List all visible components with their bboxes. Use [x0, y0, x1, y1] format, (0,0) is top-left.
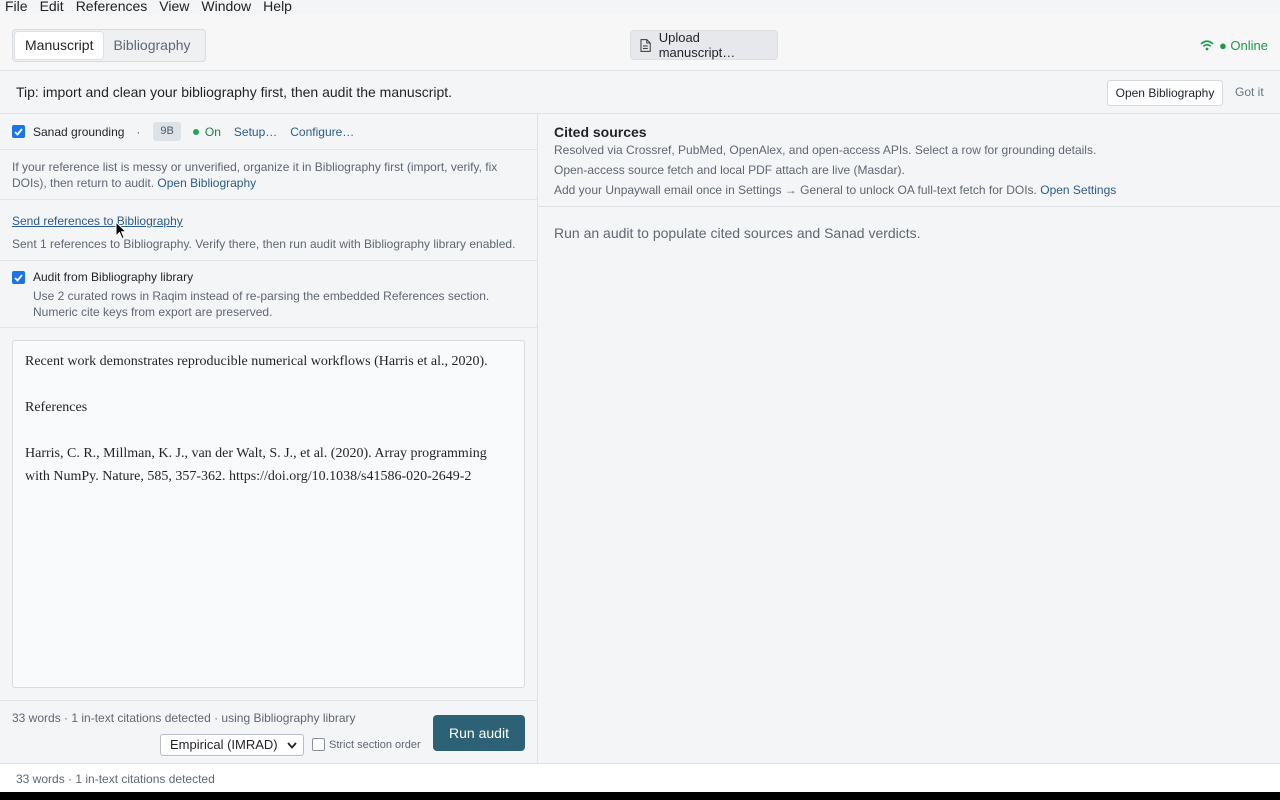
strict-section-order-checkbox[interactable]	[312, 738, 325, 751]
open-settings-link[interactable]: Open Settings	[1040, 183, 1116, 197]
reference-entry: Harris, C. R., Millman, K. J., van der W…	[25, 446, 487, 484]
manuscript-editor[interactable]: Recent work demonstrates reproducible nu…	[12, 340, 525, 688]
cited-sources-info-3: Add your Unpaywall email once in Setting…	[554, 183, 1116, 197]
grounding-checkbox[interactable]	[12, 125, 25, 138]
send-result-text: Sent 1 references to Bibliography. Verif…	[12, 237, 516, 251]
template-select[interactable]: Empirical (IMRAD)	[160, 734, 304, 756]
cited-sources-info-2: Open-access source fetch and local PDF a…	[554, 163, 905, 177]
manuscript-paragraph: Recent work demonstrates reproducible nu…	[25, 354, 488, 369]
tab-manuscript[interactable]: Manuscript	[15, 32, 104, 59]
unpaywall-hint: Add your Unpaywall email once in Setting…	[554, 183, 1041, 197]
cited-sources-info-1: Resolved via Crossref, PubMed, OpenAlex,…	[554, 143, 1097, 157]
audit-library-checkbox[interactable]	[12, 271, 25, 284]
hint-open-bibliography-link[interactable]: Open Bibliography	[157, 176, 256, 190]
menubar: File Edit References View Window Help	[0, 0, 1280, 14]
menu-references[interactable]: References	[70, 0, 154, 13]
references-heading: References	[25, 400, 88, 415]
separator: ·	[136, 124, 141, 139]
divider	[538, 206, 1280, 207]
audit-library-label: Audit from Bibliography library	[33, 270, 194, 284]
divider	[0, 327, 537, 328]
chevron-down-icon	[287, 742, 297, 749]
tab-bibliography[interactable]: Bibliography	[103, 32, 200, 59]
configure-link[interactable]: Configure…	[290, 125, 354, 139]
audit-library-description: Use 2 curated rows in Raqim instead of r…	[33, 289, 490, 319]
view-switcher: Manuscript Bibliography	[12, 29, 206, 62]
bibliography-hint: If your reference list is messy or unver…	[12, 159, 512, 191]
open-bibliography-button[interactable]: Open Bibliography	[1107, 80, 1223, 106]
menu-edit[interactable]: Edit	[34, 0, 70, 13]
screen-edge	[0, 792, 1280, 800]
menu-file[interactable]: File	[0, 0, 34, 13]
upload-label: Upload manuscript…	[658, 30, 736, 60]
grounding-state: On	[204, 124, 221, 139]
grounding-row: Sanad grounding · 9B On Setup… Configure…	[0, 114, 537, 150]
template-select-value: Empirical (IMRAD)	[170, 737, 278, 752]
divider	[0, 260, 537, 261]
divider	[0, 199, 537, 200]
grounding-label: Sanad grounding	[33, 124, 125, 139]
menu-view[interactable]: View	[153, 0, 195, 13]
app-header: Manuscript Bibliography Upload manuscrip…	[0, 14, 1280, 71]
menu-window[interactable]: Window	[195, 0, 257, 13]
strict-section-order-label: Strict section order	[329, 738, 421, 751]
manuscript-pane: Sanad grounding · 9B On Setup… Configure…	[0, 114, 538, 763]
document-icon	[640, 38, 651, 52]
audit-controls: 33 words · 1 in-text citations detected …	[0, 700, 537, 763]
send-references-link[interactable]: Send references to Bibliography	[12, 214, 183, 228]
manuscript-stats: 33 words · 1 in-text citations detected …	[12, 711, 356, 725]
check-icon	[14, 127, 23, 136]
connection-status: ● Online	[1200, 38, 1268, 53]
tip-banner: Tip: import and clean your bibliography …	[0, 71, 1280, 114]
model-badge: 9B	[153, 122, 181, 141]
status-bar-text: 33 words · 1 in-text citations detected	[16, 772, 215, 786]
strict-section-order-option: Strict section order	[312, 738, 421, 751]
status-dot-icon	[192, 128, 199, 135]
mouse-cursor-icon	[115, 221, 127, 240]
cited-sources-title: Cited sources	[554, 124, 647, 140]
dismiss-tip-button[interactable]: Got it	[1235, 85, 1264, 99]
run-audit-button[interactable]: Run audit	[433, 715, 525, 751]
tip-text: Tip: import and clean your bibliography …	[16, 84, 453, 100]
status-label: ● Online	[1218, 38, 1268, 53]
wifi-icon	[1200, 40, 1214, 51]
check-icon	[14, 273, 23, 282]
cited-sources-empty-state: Run an audit to populate cited sources a…	[554, 225, 921, 241]
menu-help[interactable]: Help	[257, 0, 298, 13]
status-bar: 33 words · 1 in-text citations detected	[0, 763, 1280, 792]
setup-link[interactable]: Setup…	[234, 125, 277, 139]
cited-sources-pane: Cited sources Resolved via Crossref, Pub…	[538, 114, 1280, 763]
upload-manuscript-button[interactable]: Upload manuscript…	[630, 30, 778, 60]
